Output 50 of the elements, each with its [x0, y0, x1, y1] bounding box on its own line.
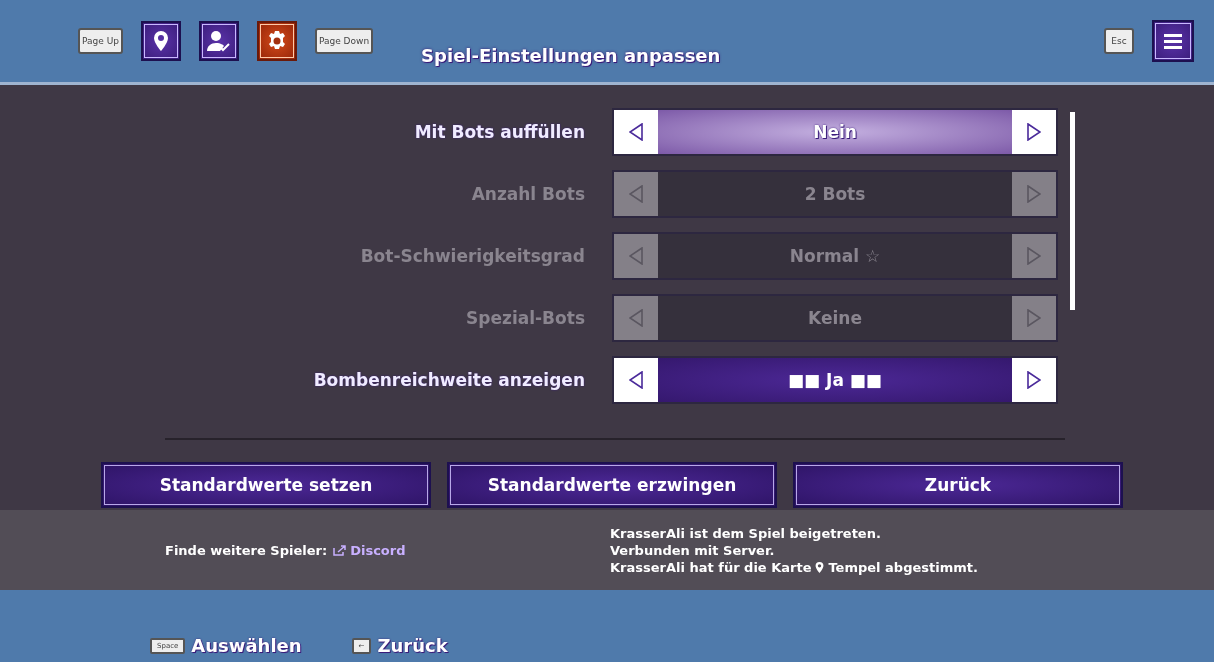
right-triangle-icon	[1027, 123, 1041, 141]
setting-label: Bombenreichweite anzeigen	[312, 370, 586, 390]
log-message: KrasserAli hat für die Karte	[610, 559, 812, 575]
screen-title: Spiel-Einstellungen anpassen	[421, 44, 722, 66]
previous-button[interactable]	[614, 358, 658, 402]
map-pin-icon	[152, 30, 169, 52]
tab[interactable]	[198, 21, 239, 61]
option-value: ■■ Ja ■■	[658, 358, 1012, 402]
map-name: Tempel abgestimmt.	[828, 559, 978, 575]
action-button[interactable]: Standardwerte setzen	[101, 462, 431, 508]
left-triangle-icon	[629, 247, 643, 265]
option-value: Normal ☆	[658, 234, 1012, 278]
share-icon	[333, 544, 347, 556]
map-pin-icon	[815, 560, 825, 574]
key-hint: Auswählen	[191, 635, 302, 656]
right-triangle-icon	[1027, 247, 1041, 265]
tab[interactable]	[256, 21, 297, 61]
left-triangle-icon	[629, 371, 643, 389]
next-button[interactable]	[1012, 110, 1056, 154]
esc-key[interactable]: Esc	[1104, 28, 1134, 54]
left-triangle-icon	[629, 309, 643, 327]
menu-button[interactable]	[1152, 20, 1194, 62]
menu-icon	[1164, 33, 1182, 49]
setting-label: Anzahl Bots	[470, 184, 586, 204]
left-triangle-icon	[629, 185, 643, 203]
discord-link[interactable]: Discord	[333, 542, 406, 558]
left-triangle-icon	[629, 123, 643, 141]
key-hint: Zurück	[377, 635, 448, 656]
right-triangle-icon	[1027, 309, 1041, 327]
right-triangle-icon	[1027, 371, 1041, 389]
action-button[interactable]: Standardwerte erzwingen	[447, 462, 777, 508]
page-up-key[interactable]: Page Up	[78, 28, 123, 54]
user-check-icon	[206, 30, 231, 52]
setting-label: Mit Bots auffüllen	[413, 122, 586, 142]
action-button[interactable]: Zurück	[793, 462, 1123, 508]
scrollbar[interactable]	[1070, 112, 1075, 310]
setting-label: Spezial-Bots	[465, 308, 586, 328]
log-message: Verbunden mit Server.	[610, 542, 776, 558]
previous-button[interactable]	[614, 110, 658, 154]
tab[interactable]	[140, 21, 181, 61]
option-value: 2 Bots	[658, 172, 1012, 216]
setting-label: Bot-Schwierigkeitsgrad	[359, 246, 586, 266]
next-button[interactable]	[1012, 358, 1056, 402]
right-triangle-icon	[1027, 185, 1041, 203]
find-players-text: Finde weitere Spieler:	[165, 542, 328, 558]
page-down-key[interactable]: Page Down	[314, 28, 374, 54]
option-value: Nein	[658, 110, 1012, 154]
log-message: KrasserAli ist dem Spiel beigetreten.	[610, 525, 882, 541]
option-value: Keine	[658, 296, 1012, 340]
option-selector[interactable]: ■■ Ja ■■	[612, 356, 1058, 404]
